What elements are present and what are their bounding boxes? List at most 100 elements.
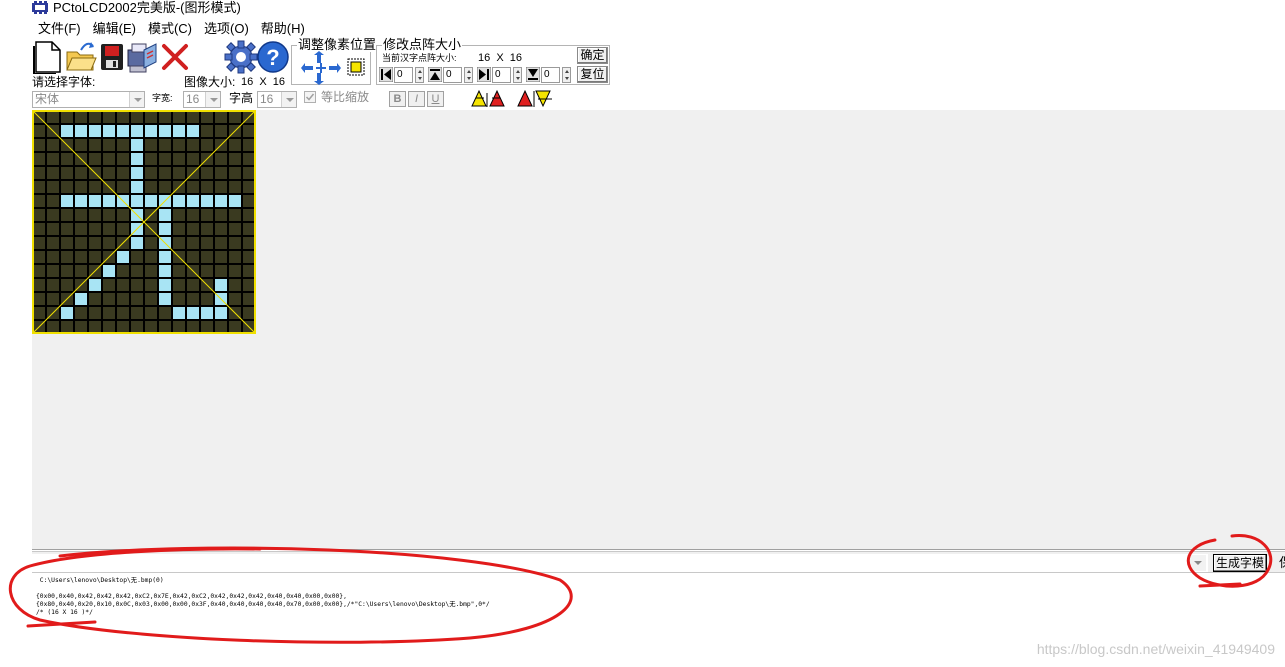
pixel-off[interactable] bbox=[33, 209, 45, 221]
pixel-off[interactable] bbox=[61, 209, 73, 221]
proportional-checkbox[interactable] bbox=[304, 91, 316, 103]
pixel-off[interactable] bbox=[103, 321, 115, 333]
pixel-off[interactable] bbox=[201, 223, 213, 235]
bold-button[interactable]: B bbox=[389, 91, 406, 107]
pixel-off[interactable] bbox=[243, 251, 255, 263]
pixel-off[interactable] bbox=[117, 279, 129, 291]
pixel-off[interactable] bbox=[75, 139, 87, 151]
pixel-off[interactable] bbox=[33, 167, 45, 179]
pixel-off[interactable] bbox=[187, 153, 199, 165]
pixel-off[interactable] bbox=[75, 111, 87, 123]
bitmap-grid[interactable] bbox=[32, 110, 256, 334]
pixel-on[interactable] bbox=[201, 195, 213, 207]
pixel-off[interactable] bbox=[173, 153, 185, 165]
left-spin-arrows[interactable] bbox=[415, 67, 424, 83]
pixel-on[interactable] bbox=[187, 125, 199, 137]
save-as-icon[interactable] bbox=[126, 40, 158, 74]
pixel-off[interactable] bbox=[215, 237, 227, 249]
pixel-on[interactable] bbox=[103, 265, 115, 277]
pixel-off[interactable] bbox=[243, 223, 255, 235]
pixel-off[interactable] bbox=[131, 251, 143, 263]
pixel-off[interactable] bbox=[47, 153, 59, 165]
pixel-off[interactable] bbox=[131, 307, 143, 319]
pixel-on[interactable] bbox=[131, 153, 143, 165]
pixel-on[interactable] bbox=[89, 279, 101, 291]
trim-left-icon[interactable] bbox=[379, 67, 393, 82]
pixel-off[interactable] bbox=[61, 223, 73, 235]
pixel-off[interactable] bbox=[159, 181, 171, 193]
pixel-off[interactable] bbox=[89, 181, 101, 193]
shift-left-icon[interactable] bbox=[301, 62, 313, 74]
chevron-down-icon[interactable] bbox=[281, 92, 296, 107]
pixel-off[interactable] bbox=[215, 251, 227, 263]
pixel-on[interactable] bbox=[131, 237, 143, 249]
pixel-off[interactable] bbox=[117, 153, 129, 165]
pixel-off[interactable] bbox=[47, 195, 59, 207]
pixel-off[interactable] bbox=[75, 251, 87, 263]
menu-mode[interactable]: 模式(C) bbox=[142, 19, 198, 38]
pixel-on[interactable] bbox=[117, 251, 129, 263]
pixel-off[interactable] bbox=[173, 293, 185, 305]
pixel-off[interactable] bbox=[33, 153, 45, 165]
pixel-off[interactable] bbox=[131, 321, 143, 333]
pixel-off[interactable] bbox=[187, 293, 199, 305]
pixel-off[interactable] bbox=[229, 181, 241, 193]
pixel-on[interactable] bbox=[131, 195, 143, 207]
pixel-off[interactable] bbox=[229, 167, 241, 179]
trim-bottom-icon[interactable] bbox=[526, 67, 540, 82]
pixel-off[interactable] bbox=[131, 279, 143, 291]
pixel-on[interactable] bbox=[131, 181, 143, 193]
pixel-off[interactable] bbox=[187, 111, 199, 123]
pixel-off[interactable] bbox=[229, 293, 241, 305]
pixel-off[interactable] bbox=[201, 237, 213, 249]
pixel-off[interactable] bbox=[187, 251, 199, 263]
menu-help[interactable]: 帮助(H) bbox=[255, 19, 311, 38]
pixel-off[interactable] bbox=[61, 321, 73, 333]
confirm-button[interactable]: 确定 bbox=[577, 47, 608, 64]
menu-options[interactable]: 选项(O) bbox=[198, 19, 255, 38]
pixel-off[interactable] bbox=[103, 139, 115, 151]
pixel-off[interactable] bbox=[145, 251, 157, 263]
pixel-off[interactable] bbox=[61, 111, 73, 123]
pixel-off[interactable] bbox=[145, 321, 157, 333]
pixel-on[interactable] bbox=[131, 139, 143, 151]
pixel-off[interactable] bbox=[243, 307, 255, 319]
pixel-off[interactable] bbox=[187, 237, 199, 249]
char-width-select[interactable]: 16 bbox=[183, 91, 221, 108]
top-spin-input[interactable]: 0 bbox=[443, 67, 462, 83]
menu-file[interactable]: 文件(F) bbox=[32, 19, 87, 38]
pixel-off[interactable] bbox=[243, 125, 255, 137]
pixel-off[interactable] bbox=[103, 307, 115, 319]
pixel-off[interactable] bbox=[89, 321, 101, 333]
pixel-off[interactable] bbox=[61, 237, 73, 249]
pixel-off[interactable] bbox=[229, 111, 241, 123]
pixel-off[interactable] bbox=[145, 181, 157, 193]
pixel-on[interactable] bbox=[173, 125, 185, 137]
pixel-off[interactable] bbox=[201, 167, 213, 179]
menu-edit[interactable]: 编辑(E) bbox=[87, 19, 142, 38]
chevron-down-icon[interactable] bbox=[1190, 555, 1206, 571]
new-file-icon[interactable] bbox=[32, 40, 64, 74]
pixel-off[interactable] bbox=[145, 265, 157, 277]
pixel-off[interactable] bbox=[243, 265, 255, 277]
pixel-on[interactable] bbox=[75, 125, 87, 137]
pixel-off[interactable] bbox=[187, 223, 199, 235]
pixel-off[interactable] bbox=[103, 153, 115, 165]
pixel-off[interactable] bbox=[145, 139, 157, 151]
pixel-off[interactable] bbox=[145, 307, 157, 319]
pixel-off[interactable] bbox=[229, 153, 241, 165]
pixel-off[interactable] bbox=[47, 209, 59, 221]
pixel-on[interactable] bbox=[103, 125, 115, 137]
pixel-off[interactable] bbox=[103, 293, 115, 305]
pixel-off[interactable] bbox=[215, 153, 227, 165]
pixel-off[interactable] bbox=[201, 139, 213, 151]
help-icon[interactable]: ? bbox=[256, 40, 290, 74]
pixel-off[interactable] bbox=[173, 265, 185, 277]
pixel-off[interactable] bbox=[33, 195, 45, 207]
pixel-off[interactable] bbox=[243, 181, 255, 193]
pixel-off[interactable] bbox=[201, 321, 213, 333]
pixel-off[interactable] bbox=[229, 209, 241, 221]
pixel-off[interactable] bbox=[201, 209, 213, 221]
pixel-off[interactable] bbox=[75, 167, 87, 179]
pixel-on[interactable] bbox=[89, 195, 101, 207]
